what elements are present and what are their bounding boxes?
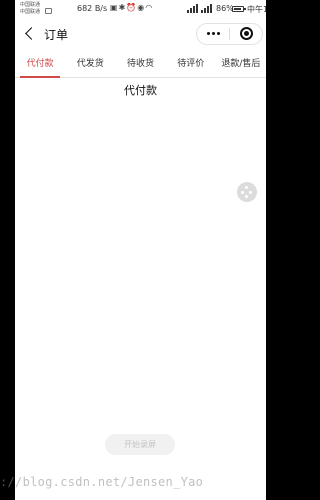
tab-label: 代付款 xyxy=(26,59,54,69)
close-dot xyxy=(244,31,249,36)
battery-icon xyxy=(232,6,246,12)
alarm-icon: ⏰ xyxy=(126,3,138,12)
tab-label: 待收货 xyxy=(127,59,155,69)
more-dots-icon[interactable] xyxy=(197,24,229,44)
order-tab-bar: 代付款 代发货 待收货 待评价 退款/售后 xyxy=(15,53,266,78)
floating-assistant-icon[interactable] xyxy=(237,182,257,202)
nfc-icon: ▣ xyxy=(110,3,119,12)
content-title: 代付款 xyxy=(124,84,157,97)
tab-pending-receipt[interactable]: 待收货 xyxy=(115,53,165,77)
tab-pending-shipment[interactable]: 代发货 xyxy=(65,53,115,77)
tab-pending-review[interactable]: 待评价 xyxy=(166,53,216,77)
close-circle-icon[interactable] xyxy=(231,24,263,44)
signal-2-icon xyxy=(201,4,213,13)
capsule-divider xyxy=(229,28,230,40)
sim-icon xyxy=(45,8,52,14)
status-bar: 中国联通 中国联通 682 B/s ▣✱⏰◉◠ 86% 中午11:12 xyxy=(15,0,266,19)
navigation-bar: 订单 xyxy=(15,20,266,48)
signal-1-icon xyxy=(187,4,199,13)
battery-fill xyxy=(234,8,241,10)
network-speed: 682 B/s xyxy=(77,4,108,13)
tab-refund-aftersales[interactable]: 退款/售后 xyxy=(216,53,266,77)
back-chevron-icon[interactable] xyxy=(23,26,39,42)
miniprogram-capsule xyxy=(196,23,263,45)
status-icons: ▣✱⏰◉◠ xyxy=(110,3,153,12)
wifi-icon: ◠ xyxy=(145,3,154,12)
phone-screen: 中国联通 中国联通 682 B/s ▣✱⏰◉◠ 86% 中午11:12 订单 xyxy=(15,0,266,500)
tab-label: 退款/售后 xyxy=(221,59,261,69)
tab-label: 待评价 xyxy=(177,59,205,69)
tab-label: 代发货 xyxy=(76,59,104,69)
tab-pending-payment[interactable]: 代付款 xyxy=(15,53,65,78)
carrier-name-2: 中国联通 xyxy=(20,9,41,15)
carrier-name-1: 中国联通 xyxy=(20,2,41,8)
page-title: 订单 xyxy=(44,28,69,42)
status-clock: 中午11:12 xyxy=(247,5,266,14)
start-recording-button[interactable]: 开始录屏 xyxy=(105,434,175,455)
watermark-text: ://blog.csdn.net/Jensen_Yao xyxy=(0,475,204,489)
